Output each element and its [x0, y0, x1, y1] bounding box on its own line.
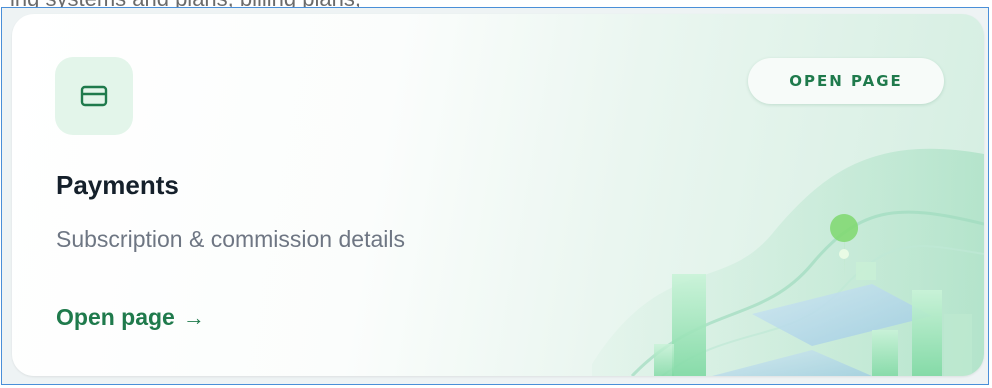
card-subtitle: Subscription & commission details	[56, 226, 405, 252]
open-page-link[interactable]: Open page →	[56, 304, 205, 331]
open-page-link-label: Open page	[56, 304, 175, 330]
payments-icon-tile	[55, 57, 133, 135]
payments-card[interactable]: OPEN PAGE Payments Subscription & commis…	[12, 14, 984, 376]
open-page-badge[interactable]: OPEN PAGE	[748, 58, 944, 104]
credit-card-icon	[80, 85, 108, 107]
arrow-right-icon: →	[182, 304, 205, 330]
card-title: Payments	[56, 170, 179, 200]
